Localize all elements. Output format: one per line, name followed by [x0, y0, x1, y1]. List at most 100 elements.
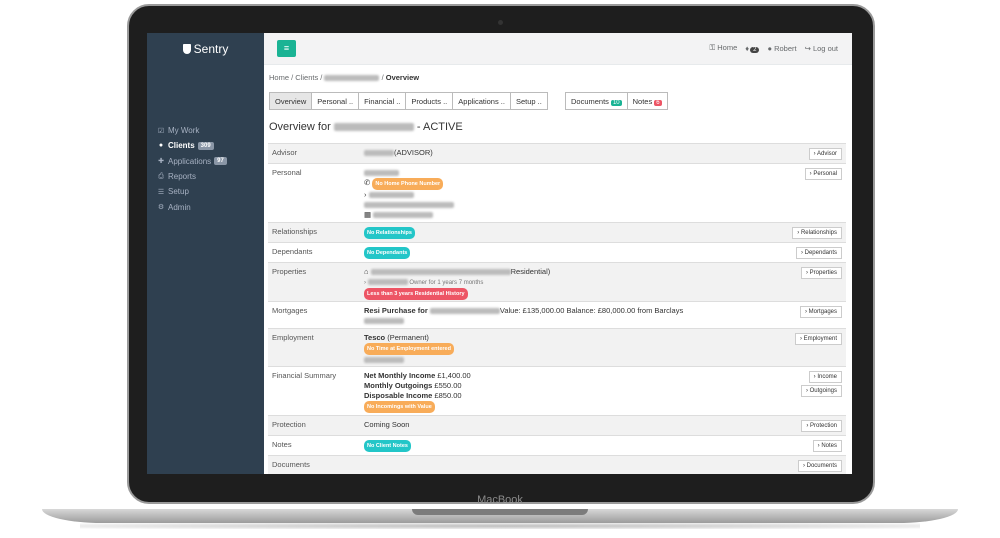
mortgages-button[interactable]: › Mortgages: [799, 306, 842, 318]
disposable-income-label: Disposable Income: [364, 391, 433, 400]
personal-button-label: Personal: [813, 171, 837, 177]
plus-icon: ✚: [158, 158, 164, 166]
home-link-label: Home: [717, 43, 738, 52]
outgoings-button-label: Outgoings: [809, 388, 837, 394]
relationships-button[interactable]: › Relationships: [792, 227, 842, 239]
row-label: Properties: [272, 267, 307, 276]
top-links: ⚿ Home ♦ 2 ● Robert ↪ Log out: [709, 43, 838, 53]
employment-details: Tesco (Permanent) No Time at Employment …: [364, 333, 454, 365]
notes-count-badge: 6: [654, 100, 662, 106]
notifications-badge: 2: [750, 46, 760, 53]
relationships-button-label: Relationships: [800, 230, 837, 236]
tab-personal[interactable]: Personal ..: [311, 92, 360, 110]
brand-logo[interactable]: Sentry: [147, 42, 264, 56]
documents-button[interactable]: › Documents: [797, 460, 842, 472]
notifications-button[interactable]: ♦ 2: [745, 44, 760, 53]
redacted-address: [370, 269, 511, 276]
shield-icon: [182, 44, 191, 54]
sidebar-item-admin[interactable]: ⚙ Admin: [156, 199, 227, 214]
user-icon: ●: [767, 43, 772, 53]
outgoings-value: £550.00: [434, 381, 462, 390]
row-label: Documents: [272, 460, 310, 469]
redacted-mortgage-address: [429, 308, 500, 315]
row-documents: Documents › Documents: [268, 456, 846, 474]
client-tabs-secondary: Documents 10 Notes 6: [565, 92, 668, 110]
breadcrumb-current: Overview: [385, 73, 420, 82]
row-dependants: Dependants No Dependants › Dependants: [268, 243, 846, 263]
notes-button-label: Notes: [821, 443, 837, 449]
logout-link[interactable]: ↪ Log out: [805, 44, 838, 53]
row-relationships: Relationships No Relationships › Relatio…: [268, 223, 846, 243]
advisor-value: (ADVISOR): [364, 148, 433, 158]
check-icon: ☑: [157, 127, 165, 135]
breadcrumb: Home / Clients / / Overview: [269, 73, 420, 82]
employment-button[interactable]: › Employment: [794, 333, 842, 345]
redacted-name: [364, 170, 399, 177]
sidebar-item-my-work[interactable]: ☑ My Work: [156, 123, 227, 138]
home-link[interactable]: ⚿ Home: [709, 43, 737, 53]
advisor-button[interactable]: › Advisor: [808, 148, 842, 160]
outgoings-label: Monthly Outgoings: [364, 381, 433, 390]
page-title: Overview for - ACTIVE: [269, 121, 463, 133]
no-client-notes-pill: No Client Notes: [364, 440, 411, 452]
sidebar-item-reports[interactable]: ⎙ Reports: [156, 169, 227, 184]
sidebar-item-applications[interactable]: ✚ Applications 97: [156, 154, 227, 169]
tab-financial[interactable]: Financial ..: [358, 92, 407, 110]
tab-products[interactable]: Products ..: [405, 92, 454, 110]
redacted-client-name: [333, 123, 414, 132]
screen: Sentry ☑ My Work ● Clients 309 ✚ Applica…: [147, 33, 852, 474]
sidebar-item-setup[interactable]: ☰ Setup: [156, 184, 227, 199]
protection-button[interactable]: › Protection: [801, 420, 842, 432]
advisor-suffix: (ADVISOR): [394, 148, 433, 157]
row-advisor: Advisor (ADVISOR) › Advisor: [268, 144, 846, 164]
tab-documents[interactable]: Documents 10: [565, 92, 628, 110]
redacted-email: [364, 202, 454, 209]
employer-name: Tesco: [364, 333, 386, 342]
breadcrumb-clients[interactable]: Clients: [295, 73, 318, 82]
breadcrumb-home[interactable]: Home: [269, 73, 289, 82]
disposable-income-value: £850.00: [434, 391, 462, 400]
sidebar: Sentry ☑ My Work ● Clients 309 ✚ Applica…: [147, 33, 264, 474]
tab-applications[interactable]: Applications ..: [452, 92, 511, 110]
properties-button-label: Properties: [809, 270, 837, 276]
employment-button-label: Employment: [803, 336, 837, 342]
residential-history-pill: Less than 3 years Residential History: [364, 288, 468, 300]
overview-table: Advisor (ADVISOR) › Advisor Personal ✆ N…: [268, 143, 846, 474]
row-protection: Protection Coming Soon › Protection: [268, 416, 846, 436]
advisor-button-label: Advisor: [816, 151, 837, 157]
tab-overview[interactable]: Overview: [269, 92, 313, 110]
personal-button[interactable]: › Personal: [804, 168, 842, 180]
employment-type: (Permanent): [387, 333, 429, 342]
dependants-value: No Dependants: [364, 247, 411, 259]
client-tabs: Overview Personal .. Financial .. Produc…: [269, 92, 548, 110]
property-type: Residential): [510, 267, 551, 276]
redacted-employment-detail: [364, 357, 404, 364]
sidebar-item-label: Admin: [168, 202, 191, 212]
income-button[interactable]: › Income: [808, 371, 842, 383]
sidebar-item-label: Clients: [168, 141, 195, 151]
dependants-button[interactable]: › Dependants: [795, 247, 842, 259]
redacted-mobile: [368, 192, 414, 199]
no-dependants-pill: No Dependants: [364, 247, 411, 259]
sidebar-item-clients[interactable]: ● Clients 309: [156, 138, 227, 153]
properties-button[interactable]: › Properties: [800, 267, 842, 279]
redacted-dob: [373, 212, 434, 219]
sidebar-item-label: Reports: [168, 172, 197, 182]
hamburger-menu-button[interactable]: ≡: [277, 40, 296, 57]
mortgage-detail: Value: £135,000.00 Balance: £80,000.00 f…: [499, 306, 684, 315]
notes-button[interactable]: › Notes: [812, 440, 842, 452]
net-income-value: £1,400.00: [437, 371, 471, 380]
relationships-value: No Relationships: [364, 227, 415, 239]
applications-count-badge: 97: [214, 157, 227, 166]
phone-icon: ✆: [364, 178, 371, 187]
user-menu[interactable]: ● Robert: [767, 44, 796, 53]
no-employment-time-pill: No Time at Employment entered: [364, 343, 454, 355]
laptop-shadow: [80, 523, 920, 529]
tab-setup[interactable]: Setup ..: [509, 92, 548, 110]
income-button-label: Income: [817, 374, 837, 380]
tab-notes[interactable]: Notes 6: [626, 92, 668, 110]
row-label: Employment: [272, 333, 314, 342]
no-home-phone-pill: No Home Phone Number: [372, 178, 444, 190]
row-personal: Personal ✆ No Home Phone Number › ▦ › Pe…: [268, 164, 846, 223]
outgoings-button[interactable]: › Outgoings: [800, 385, 842, 397]
